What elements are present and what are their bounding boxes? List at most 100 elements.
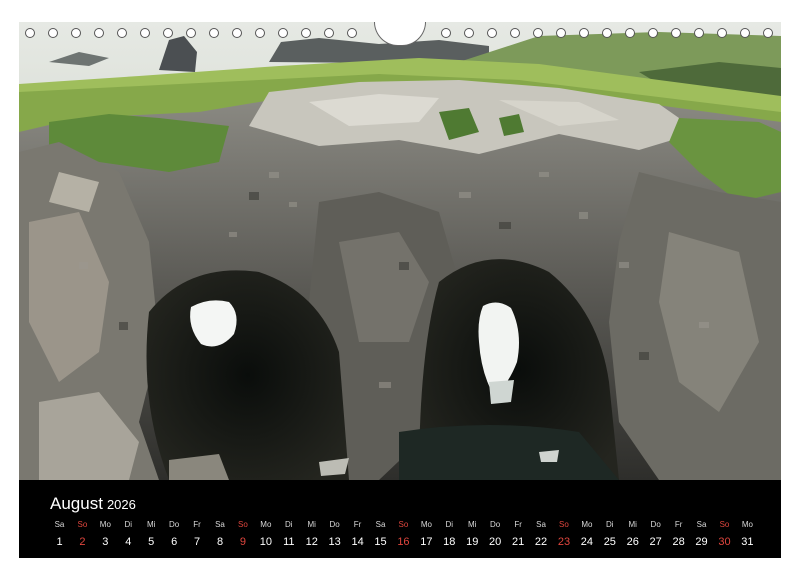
day-number: 15 — [374, 536, 387, 548]
year-label: 2026 — [106, 497, 136, 512]
sunday-day-cell: So 30 — [713, 520, 736, 550]
day-cell: Fr 14 — [346, 520, 369, 550]
day-number: 25 — [603, 536, 616, 548]
day-number: 9 — [239, 536, 246, 548]
day-number: 21 — [511, 536, 525, 548]
day-cell: Di 11 — [277, 520, 300, 550]
weekday-label: Di — [285, 520, 293, 529]
day-cell: Mo 31 — [736, 520, 759, 550]
weekday-label: Mi — [307, 520, 316, 529]
day-cell: Mi 5 — [140, 520, 163, 550]
day-cell: Fr 28 — [667, 520, 690, 550]
weekday-label: Mo — [260, 520, 272, 529]
day-number: 2 — [79, 536, 86, 548]
day-number: 20 — [489, 536, 502, 548]
day-number: 27 — [649, 536, 662, 548]
day-number: 5 — [148, 536, 155, 548]
day-number: 10 — [259, 536, 272, 548]
day-number: 22 — [534, 536, 548, 548]
day-number: 11 — [283, 536, 295, 548]
weekday-label: Mi — [628, 520, 637, 529]
day-cell: Fr 7 — [186, 520, 209, 550]
weekday-label: So — [77, 520, 88, 529]
day-row: Sa 1 So 2 Mo 3 Di 4 Mi 5 Do 6 Fr 7 Sa 8 So 9 Mo 10 Di 11 Mi 12 D… — [48, 520, 760, 556]
weekday-label: Sa — [696, 520, 707, 529]
day-number: 23 — [557, 536, 571, 548]
day-number: 14 — [351, 536, 364, 548]
weekday-label: Mo — [99, 520, 111, 529]
day-number: 29 — [695, 536, 708, 548]
weekday-label: Fr — [193, 520, 201, 529]
day-number: 4 — [125, 536, 132, 548]
sunday-day-cell: So 9 — [231, 520, 254, 550]
cliff-arches-photo — [19, 22, 781, 480]
month-title: August 2026 — [50, 494, 136, 515]
calendar-grid-strip: August 2026 Sa 1 So 2 Mo 3 Di 4 Mi 5 Do 6 Fr 7 Sa 8 So 9 Mo… — [19, 480, 781, 558]
day-cell: Sa 29 — [690, 520, 713, 550]
day-number: 16 — [397, 536, 410, 548]
sunday-day-cell: So 23 — [552, 520, 575, 550]
day-number: 26 — [626, 536, 639, 548]
day-number: 31 — [741, 536, 754, 548]
day-number: 6 — [171, 536, 178, 548]
day-number: 3 — [102, 536, 109, 548]
weekday-label: Fr — [674, 520, 683, 529]
day-cell: Di 25 — [598, 520, 621, 550]
day-cell: Sa 8 — [209, 520, 232, 550]
weekday-label: Mo — [420, 520, 432, 529]
weekday-label: Do — [650, 520, 661, 529]
day-number: 17 — [420, 536, 433, 548]
day-cell: Mi 26 — [621, 520, 644, 550]
weekday-label: Di — [445, 520, 454, 529]
weekday-label: Mo — [581, 520, 593, 529]
day-number: 28 — [672, 536, 685, 548]
day-cell: Mo 24 — [575, 520, 598, 550]
weekday-label: Sa — [215, 520, 225, 529]
coastal-cliff-painting — [19, 22, 781, 480]
day-number: 1 — [56, 536, 63, 548]
weekday-label: Mo — [741, 520, 753, 529]
day-cell: Do 13 — [323, 520, 346, 550]
weekday-label: Mi — [468, 520, 477, 529]
day-number: 30 — [718, 536, 731, 548]
weekday-label: Do — [490, 520, 501, 529]
weekday-label: Do — [329, 520, 340, 529]
weekday-label: Fr — [353, 520, 362, 529]
weekday-label: Di — [606, 520, 614, 529]
weekday-label: So — [559, 520, 569, 529]
day-cell: Sa 15 — [369, 520, 392, 550]
weekday-label: Do — [169, 520, 180, 529]
day-cell: Di 18 — [438, 520, 461, 550]
weekday-label: Sa — [54, 520, 65, 529]
day-number: 8 — [216, 536, 224, 548]
day-cell: Do 6 — [163, 520, 186, 550]
day-cell: Mi 12 — [300, 520, 323, 550]
day-cell: Mo 3 — [94, 520, 117, 550]
weekday-label: Sa — [375, 520, 386, 529]
day-number: 13 — [328, 536, 341, 548]
day-cell: Di 4 — [117, 520, 140, 550]
weekday-label: Sa — [536, 520, 546, 529]
month-name: August — [50, 494, 103, 513]
day-cell: Fr 21 — [507, 520, 530, 550]
weekday-label: Fr — [514, 520, 522, 529]
weekday-label: So — [719, 520, 730, 529]
day-cell: Sa 1 — [48, 520, 71, 550]
day-number: 24 — [580, 536, 593, 548]
sunday-day-cell: So 2 — [71, 520, 94, 550]
day-cell: Sa 22 — [530, 520, 553, 550]
weekday-label: Mi — [146, 520, 156, 529]
calendar-page: August 2026 Sa 1 So 2 Mo 3 Di 4 Mi 5 Do 6 Fr 7 Sa 8 So 9 Mo… — [0, 0, 800, 577]
day-cell: Mo 10 — [254, 520, 277, 550]
day-number: 7 — [194, 536, 201, 548]
sunday-day-cell: So 16 — [392, 520, 415, 550]
day-cell: Mo 17 — [415, 520, 438, 550]
weekday-label: So — [238, 520, 248, 529]
day-number: 18 — [443, 536, 456, 548]
day-number: 19 — [466, 536, 479, 548]
weekday-label: Di — [124, 520, 133, 529]
day-cell: Do 20 — [484, 520, 507, 550]
day-cell: Do 27 — [644, 520, 667, 550]
day-cell: Mi 19 — [461, 520, 484, 550]
day-number: 12 — [305, 536, 318, 548]
